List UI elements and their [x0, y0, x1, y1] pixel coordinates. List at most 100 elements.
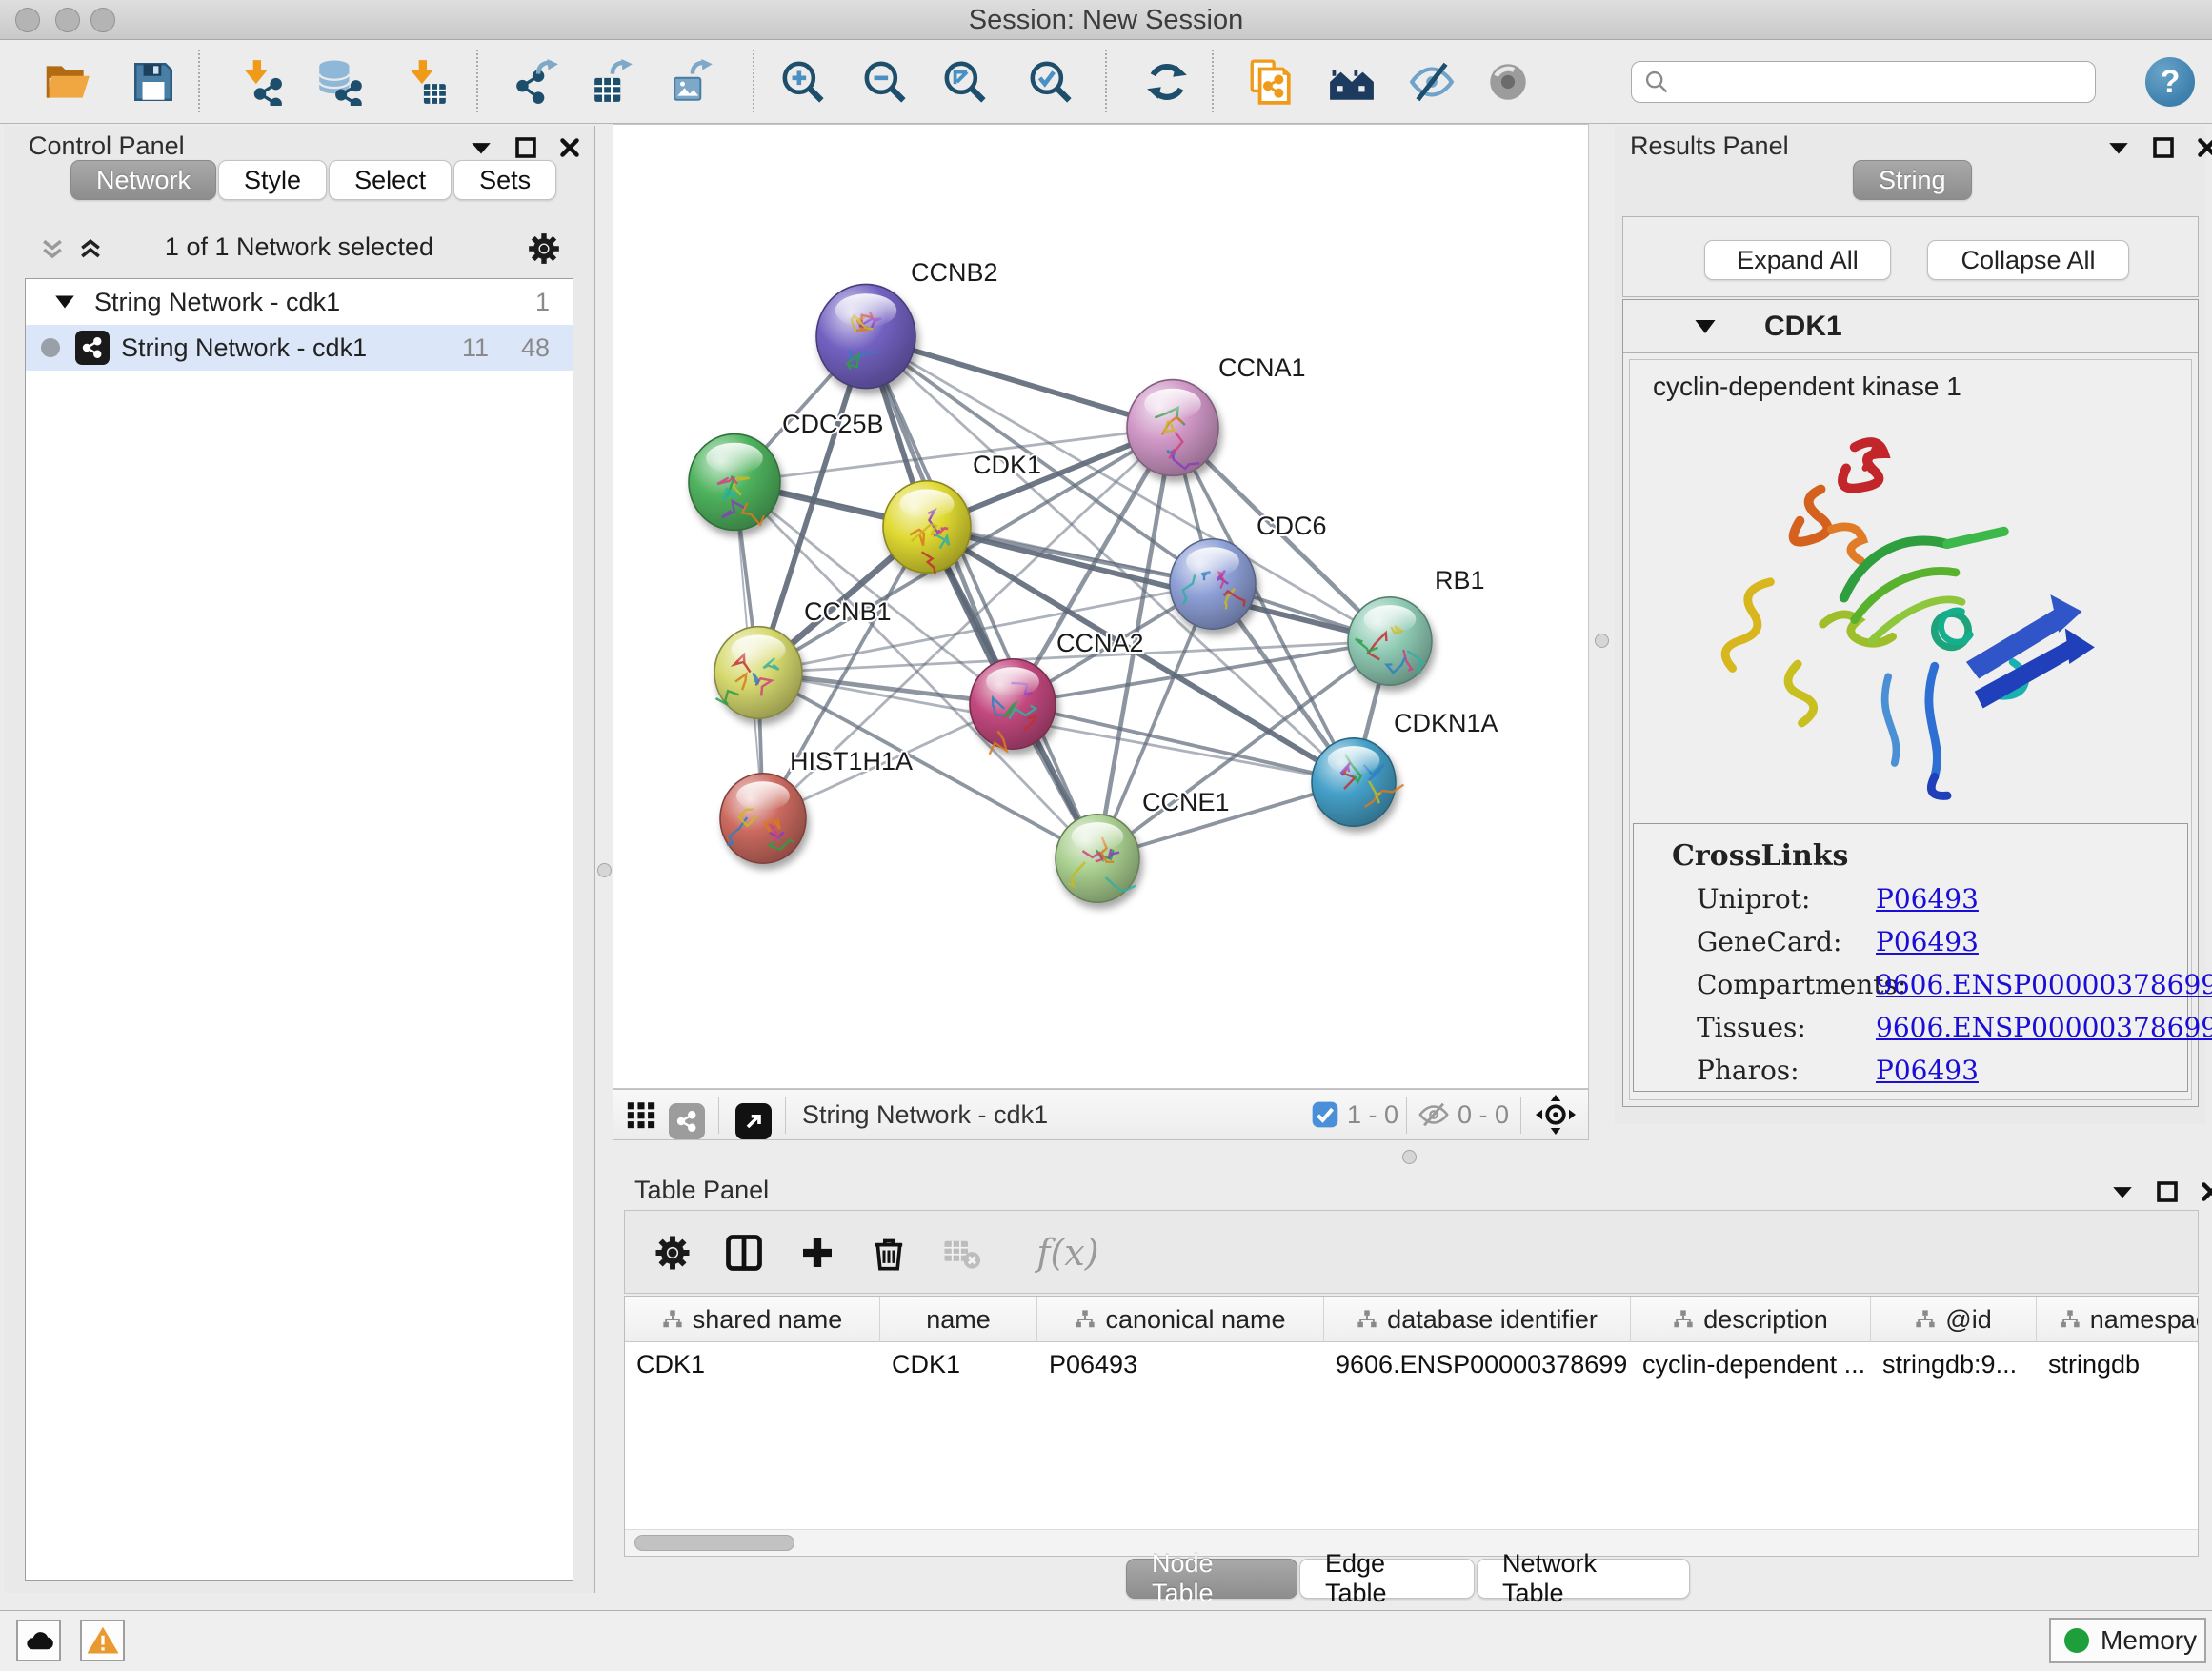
zoom-fit-icon[interactable] — [940, 57, 990, 107]
network-node-CDK1[interactable] — [883, 481, 971, 574]
export-table-icon[interactable] — [590, 57, 639, 107]
crosslink-link[interactable]: 9606.ENSP00000378699 — [1876, 1012, 2212, 1043]
tab-node-table[interactable]: Node Table — [1126, 1559, 1297, 1599]
column-header-canonical-name[interactable]: canonical name — [1037, 1297, 1324, 1342]
panel-float-icon[interactable] — [514, 136, 537, 159]
network-node-RB1[interactable] — [1348, 597, 1432, 685]
scrollbar-thumb[interactable] — [634, 1535, 794, 1551]
tab-network[interactable]: Network — [70, 160, 216, 200]
warnings-button[interactable] — [80, 1620, 125, 1661]
search-input[interactable] — [1670, 65, 2095, 99]
function-builder-icon[interactable]: f(x) — [1016, 1230, 1120, 1276]
string-import-icon[interactable] — [1245, 57, 1295, 107]
bottom-splitter-handle[interactable] — [1402, 1150, 1417, 1164]
tab-style[interactable]: Style — [218, 160, 327, 200]
cloud-status-button[interactable] — [16, 1620, 61, 1661]
open-in-window-icon[interactable] — [735, 1097, 772, 1146]
network-type-badge-icon[interactable] — [669, 1097, 705, 1146]
column-header-shared-name[interactable]: shared name — [625, 1297, 880, 1342]
panel-menu-caret-icon[interactable] — [2110, 1179, 2135, 1204]
network-node-CCNA1[interactable] — [1127, 380, 1218, 476]
add-column-icon[interactable] — [794, 1230, 840, 1276]
crosslink-link[interactable]: P06493 — [1876, 1055, 1979, 1086]
column-header-namespace[interactable]: namespace — [2037, 1297, 2199, 1342]
tab-network-table[interactable]: Network Table — [1477, 1559, 1690, 1599]
open-session-icon[interactable] — [43, 57, 92, 107]
table-cell[interactable]: cyclin-dependent ... — [1631, 1342, 1871, 1386]
column-header--id[interactable]: @id — [1871, 1297, 2037, 1342]
network-node-CCNB1[interactable] — [714, 627, 802, 719]
delete-column-trash-icon[interactable] — [866, 1230, 912, 1276]
zoom-in-icon[interactable] — [778, 57, 828, 107]
memory-button[interactable]: Memory — [2049, 1618, 2206, 1663]
network-node-CDKN1A[interactable] — [1312, 738, 1403, 826]
panel-menu-caret-icon[interactable] — [469, 135, 493, 160]
network-graph[interactable]: CCNB2CCNA1CDC25BCDK1CDC6RB1CCNB1CCNA2CDK… — [613, 125, 1588, 1088]
panel-float-icon[interactable] — [2156, 1180, 2179, 1203]
network-options-gear-icon[interactable] — [526, 231, 562, 267]
column-header-database-identifier[interactable]: database identifier — [1324, 1297, 1631, 1342]
network-node-CDC25B[interactable] — [689, 434, 780, 531]
crosslink-link[interactable]: 9606.ENSP00000378699 — [1876, 969, 2212, 1000]
table-cell[interactable]: stringdb — [2037, 1342, 2199, 1386]
table-cell[interactable]: P06493 — [1037, 1342, 1324, 1386]
network-edge[interactable] — [866, 336, 1097, 858]
selected-checkbox-icon[interactable] — [1311, 1090, 1339, 1139]
crosslink-link[interactable]: P06493 — [1876, 883, 1979, 915]
hide-panel-eye-slash-icon[interactable] — [1407, 57, 1457, 107]
table-cell[interactable]: CDK1 — [625, 1342, 880, 1386]
export-network-icon[interactable] — [512, 57, 561, 107]
left-splitter-handle[interactable] — [597, 863, 612, 877]
tab-select[interactable]: Select — [329, 160, 452, 200]
network-edge[interactable] — [1013, 704, 1354, 782]
table-row[interactable]: CDK1CDK1P064939606.ENSP00000378699cyclin… — [625, 1342, 2199, 1386]
crosslink-link[interactable]: P06493 — [1876, 926, 1979, 957]
search-field[interactable] — [1631, 61, 2096, 103]
column-header-description[interactable]: description — [1631, 1297, 1871, 1342]
tab-string-results[interactable]: String — [1853, 160, 1972, 200]
panel-float-icon[interactable] — [2152, 136, 2175, 159]
table-settings-gear-icon[interactable] — [650, 1230, 695, 1276]
refresh-view-icon[interactable] — [1142, 57, 1192, 107]
zoom-out-icon[interactable] — [860, 57, 910, 107]
hidden-eye-slash-icon[interactable] — [1418, 1090, 1450, 1139]
network-node-HIST1H1A[interactable] — [720, 774, 806, 864]
panel-close-icon[interactable] — [2196, 136, 2212, 159]
right-splitter-handle[interactable] — [1595, 634, 1609, 648]
protein-collapse-caret-icon[interactable] — [1692, 313, 1719, 340]
expand-all-button[interactable]: Expand All — [1704, 240, 1891, 280]
import-table-file-icon[interactable] — [401, 57, 451, 107]
home-networks-icon[interactable] — [1327, 57, 1377, 107]
network-row[interactable]: String Network - cdk1 11 48 — [26, 325, 573, 371]
network-collection-row[interactable]: String Network - cdk1 1 — [26, 279, 573, 325]
search-icon — [1643, 69, 1670, 95]
save-session-icon[interactable] — [129, 57, 178, 107]
protein-header-row[interactable]: CDK1 — [1623, 300, 2198, 353]
network-node-CCNE1[interactable] — [1056, 815, 1139, 902]
zoom-selected-icon[interactable] — [1026, 57, 1076, 107]
export-image-icon[interactable] — [670, 57, 719, 107]
panel-close-icon[interactable] — [558, 136, 581, 159]
birdseye-toggle-icon[interactable] — [1536, 1090, 1576, 1139]
help-button[interactable]: ? — [2145, 57, 2195, 107]
collapse-all-button[interactable]: Collapse All — [1927, 240, 2129, 280]
column-header-name[interactable]: name — [880, 1297, 1037, 1342]
network-canvas[interactable]: CCNB2CCNA1CDC25BCDK1CDC6RB1CCNB1CCNA2CDK… — [613, 124, 1589, 1089]
panel-close-icon[interactable] — [2200, 1180, 2212, 1203]
crosslinks-title: CrossLinks — [1672, 839, 1848, 873]
tab-sets[interactable]: Sets — [453, 160, 556, 200]
table-cell[interactable]: 9606.ENSP00000378699 — [1324, 1342, 1631, 1386]
table-cell[interactable]: stringdb:9... — [1871, 1342, 2037, 1386]
panel-menu-caret-icon[interactable] — [2106, 135, 2131, 160]
network-node-CCNB2[interactable] — [816, 284, 915, 388]
tab-edge-table[interactable]: Edge Table — [1299, 1559, 1475, 1599]
birdseye-grid-icon[interactable] — [625, 1090, 657, 1139]
tree-expand-caret-icon[interactable] — [52, 290, 77, 314]
import-network-file-icon[interactable] — [235, 57, 285, 107]
import-network-database-icon[interactable] — [313, 57, 363, 107]
show-columns-icon[interactable] — [721, 1230, 767, 1276]
show-panel-eye-icon[interactable] — [1483, 57, 1533, 107]
network-node-CDC6[interactable] — [1170, 539, 1256, 630]
table-cell[interactable]: CDK1 — [880, 1342, 1037, 1386]
delete-table-icon[interactable] — [938, 1230, 984, 1276]
